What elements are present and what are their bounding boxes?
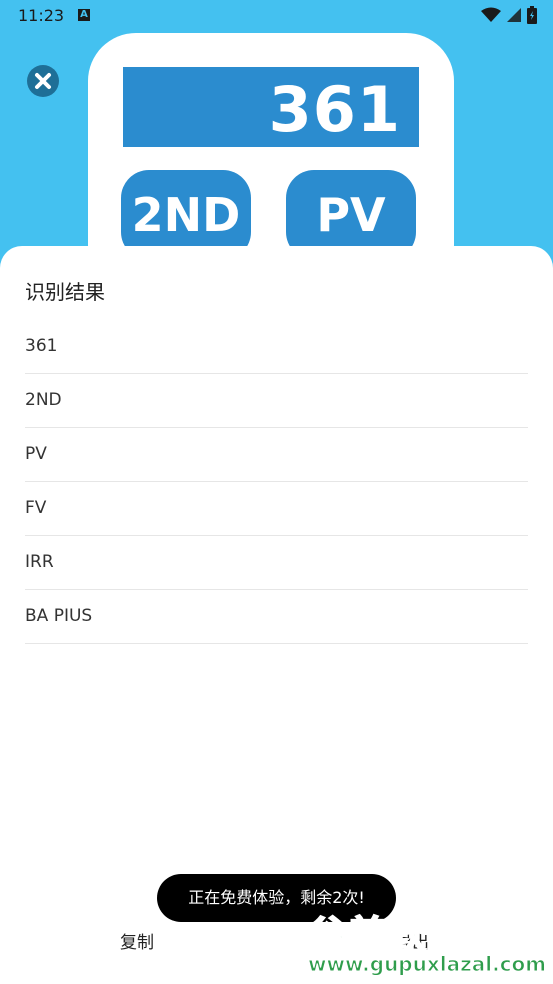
notification-icon: A	[78, 9, 90, 21]
result-item[interactable]: 361	[25, 320, 528, 374]
close-button[interactable]	[27, 65, 59, 97]
status-time: 11:23	[18, 6, 65, 25]
sheet-title: 识别结果	[25, 280, 105, 304]
result-item[interactable]: PV	[25, 428, 528, 482]
battery-icon	[527, 6, 537, 24]
signal-icon	[507, 8, 521, 22]
watermark-url: www.gupuxlazal.com	[307, 952, 547, 977]
watermark-title: 谷普软件园	[307, 912, 509, 958]
result-item[interactable]: 2ND	[25, 374, 528, 428]
close-icon	[35, 73, 51, 89]
status-icons	[481, 6, 537, 24]
result-item[interactable]: FV	[25, 482, 528, 536]
result-item[interactable]: IRR	[25, 536, 528, 590]
result-item[interactable]: BA PIUS	[25, 590, 528, 644]
result-list: 361 2ND PV FV IRR BA PIUS	[25, 320, 528, 644]
wifi-icon	[481, 7, 501, 22]
status-bar: 11:23 A	[0, 0, 553, 32]
watermark-logo: 谷普软件园 www.gupuxlazal.com	[300, 896, 550, 982]
copy-button[interactable]: 复制	[120, 928, 154, 953]
display-value: 361	[268, 73, 401, 146]
calculator-display: 361	[123, 67, 419, 147]
